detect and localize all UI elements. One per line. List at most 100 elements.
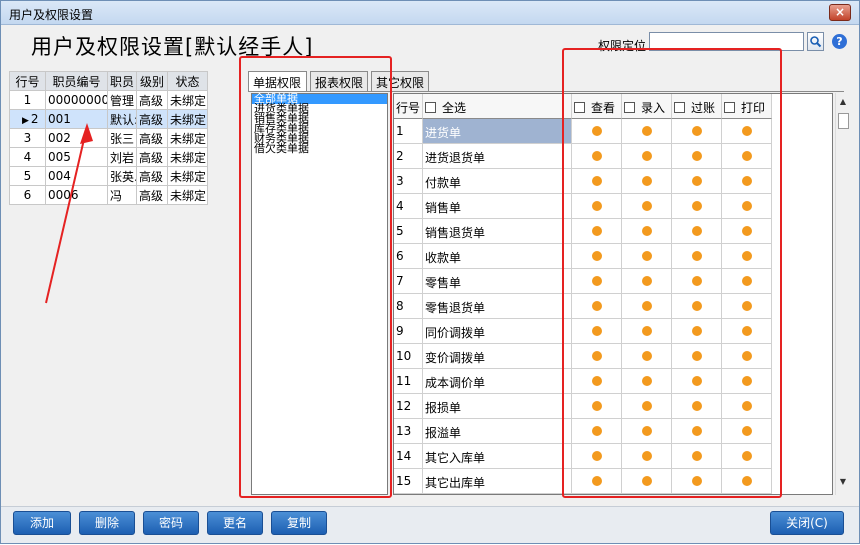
view-permission-dot-icon[interactable] <box>591 426 602 436</box>
permission-view-cell[interactable] <box>572 444 622 469</box>
entry-permission-dot-icon[interactable] <box>641 401 652 411</box>
permission-view-cell[interactable] <box>572 269 622 294</box>
permission-post-cell[interactable] <box>672 369 722 394</box>
permission-view-cell[interactable] <box>572 419 622 444</box>
permission-print-cell[interactable] <box>722 294 772 319</box>
view-permission-dot-icon[interactable] <box>591 201 602 211</box>
permission-post-cell[interactable] <box>672 169 722 194</box>
view-permission-dot-icon[interactable] <box>591 476 602 486</box>
entry-permission-dot-icon[interactable] <box>641 326 652 336</box>
print-permission-dot-icon[interactable] <box>741 201 752 211</box>
print-permission-dot-icon[interactable] <box>741 451 752 461</box>
post-permission-dot-icon[interactable] <box>691 426 702 436</box>
permission-entry-cell[interactable] <box>622 369 672 394</box>
permission-print-cell[interactable] <box>722 444 772 469</box>
permission-print-cell[interactable] <box>722 469 772 494</box>
permission-view-cell[interactable] <box>572 319 622 344</box>
permission-print-cell[interactable] <box>722 169 772 194</box>
permission-view-cell[interactable] <box>572 469 622 494</box>
close-window-button[interactable]: × <box>829 4 851 21</box>
row-number-header[interactable]: 行号 <box>394 94 423 119</box>
permission-name-cell[interactable]: 其它出库单 <box>423 469 572 494</box>
print-permission-dot-icon[interactable] <box>741 476 752 486</box>
copy-button[interactable]: 复制 <box>271 511 327 535</box>
permission-locate-input[interactable] <box>649 32 804 51</box>
permission-name-cell[interactable]: 收款单 <box>423 244 572 269</box>
print-permission-dot-icon[interactable] <box>741 251 752 261</box>
permission-entry-cell[interactable] <box>622 319 672 344</box>
permission-print-cell[interactable] <box>722 194 772 219</box>
close-button[interactable]: 关闭(C) <box>770 511 844 535</box>
entry-permission-dot-icon[interactable] <box>641 476 652 486</box>
entry-permission-dot-icon[interactable] <box>641 276 652 286</box>
view-permission-dot-icon[interactable] <box>591 326 602 336</box>
permission-print-cell[interactable] <box>722 394 772 419</box>
permission-view-cell[interactable] <box>572 194 622 219</box>
help-icon[interactable]: ? <box>832 34 847 49</box>
permission-name-cell[interactable]: 变价调拨单 <box>423 344 572 369</box>
post-permission-dot-icon[interactable] <box>691 351 702 361</box>
permission-post-cell[interactable] <box>672 219 722 244</box>
permission-post-cell[interactable] <box>672 419 722 444</box>
permission-name-cell[interactable]: 报损单 <box>423 394 572 419</box>
permission-entry-cell[interactable] <box>622 269 672 294</box>
entry-permission-dot-icon[interactable] <box>641 451 652 461</box>
permission-name-cell[interactable]: 付款单 <box>423 169 572 194</box>
password-button[interactable]: 密码 <box>143 511 199 535</box>
view-permission-dot-icon[interactable] <box>591 351 602 361</box>
grid-scrollbar[interactable]: ▲ ▼ <box>835 93 849 495</box>
employee-row[interactable]: 4 005 刘岩 高级 未绑定 <box>9 147 208 167</box>
permission-view-cell[interactable] <box>572 369 622 394</box>
permission-name-cell[interactable]: 同价调拨单 <box>423 319 572 344</box>
entry-permission-dot-icon[interactable] <box>641 301 652 311</box>
permission-entry-cell[interactable] <box>622 169 672 194</box>
column-header[interactable]: 职员 <box>107 71 137 91</box>
permission-post-cell[interactable] <box>672 344 722 369</box>
column-header[interactable]: 职员编号 <box>45 71 108 91</box>
add-button[interactable]: 添加 <box>13 511 71 535</box>
employee-row[interactable]: 5 004 张英. 高级 未绑定 <box>9 166 208 186</box>
print-permission-dot-icon[interactable] <box>741 401 752 411</box>
permission-entry-cell[interactable] <box>622 419 672 444</box>
permission-post-cell[interactable] <box>672 119 722 144</box>
post-permission-dot-icon[interactable] <box>691 126 702 136</box>
entry-permission-dot-icon[interactable] <box>641 426 652 436</box>
post-permission-dot-icon[interactable] <box>691 451 702 461</box>
view-permission-dot-icon[interactable] <box>591 401 602 411</box>
print-permission-dot-icon[interactable] <box>741 351 752 361</box>
scroll-thumb[interactable] <box>838 113 849 129</box>
permission-name-cell[interactable]: 销售退货单 <box>423 219 572 244</box>
permission-post-cell[interactable] <box>672 394 722 419</box>
scroll-up-icon[interactable]: ▲ <box>836 97 850 111</box>
permission-entry-cell[interactable] <box>622 194 672 219</box>
post-permission-dot-icon[interactable] <box>691 251 702 261</box>
view-permission-dot-icon[interactable] <box>591 276 602 286</box>
permission-entry-cell[interactable] <box>622 244 672 269</box>
permission-name-cell[interactable]: 成本调价单 <box>423 369 572 394</box>
print-permission-dot-icon[interactable] <box>741 426 752 436</box>
column-header[interactable]: 级别 <box>136 71 168 91</box>
post-header[interactable]: 过账 <box>672 94 722 119</box>
view-permission-dot-icon[interactable] <box>591 126 602 136</box>
entry-permission-dot-icon[interactable] <box>641 351 652 361</box>
view-permission-dot-icon[interactable] <box>591 251 602 261</box>
scroll-down-icon[interactable]: ▼ <box>836 477 850 491</box>
tab-other[interactable]: 其它权限 <box>371 71 429 91</box>
permission-name-cell[interactable]: 进货单 <box>423 119 572 144</box>
permission-view-cell[interactable] <box>572 244 622 269</box>
view-permission-dot-icon[interactable] <box>591 226 602 236</box>
permission-post-cell[interactable] <box>672 269 722 294</box>
post-checkbox[interactable] <box>674 102 685 113</box>
column-header[interactable]: 行号 <box>9 71 46 91</box>
permission-view-cell[interactable] <box>572 144 622 169</box>
view-header[interactable]: 查看 <box>572 94 622 119</box>
entry-permission-dot-icon[interactable] <box>641 226 652 236</box>
view-permission-dot-icon[interactable] <box>591 301 602 311</box>
post-permission-dot-icon[interactable] <box>691 301 702 311</box>
document-category-list[interactable]: 全部单据 进货类单据 销售类单据 库存类单据 财务类单据 借欠类单据 <box>251 93 388 495</box>
post-permission-dot-icon[interactable] <box>691 376 702 386</box>
permission-entry-cell[interactable] <box>622 144 672 169</box>
permission-view-cell[interactable] <box>572 294 622 319</box>
search-button[interactable] <box>807 32 824 51</box>
print-permission-dot-icon[interactable] <box>741 176 752 186</box>
